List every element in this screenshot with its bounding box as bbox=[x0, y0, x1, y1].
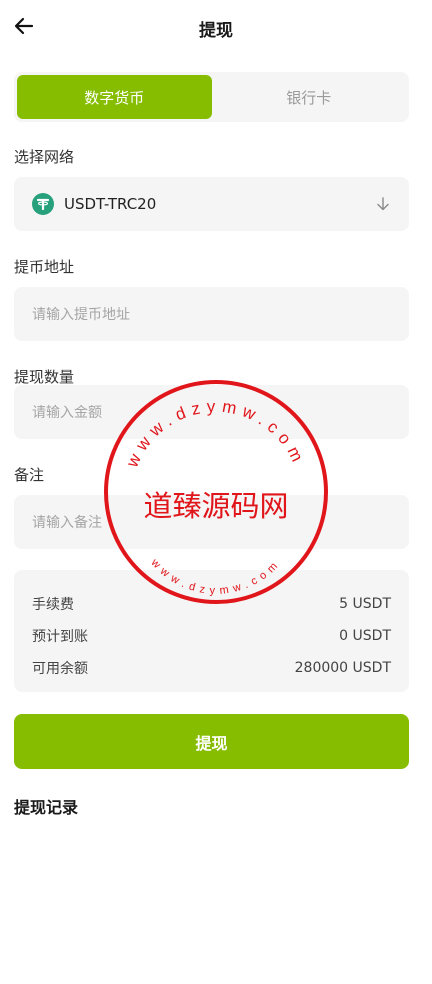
available-balance-value: 280000 USDT bbox=[294, 660, 391, 676]
withdraw-type-tabs: 数字货币 银行卡 bbox=[14, 72, 409, 122]
address-label: 提币地址 bbox=[14, 258, 75, 276]
tether-icon bbox=[32, 193, 54, 215]
tab-digital-currency[interactable]: 数字货币 bbox=[17, 75, 212, 119]
amount-label: 提现数量 bbox=[14, 368, 75, 386]
fee-row: 手续费 5 USDT bbox=[32, 588, 391, 620]
remark-input[interactable]: 请输入备注 bbox=[14, 495, 409, 549]
page-title: 提现 bbox=[199, 21, 233, 41]
available-balance-row: 可用余额 280000 USDT bbox=[32, 652, 391, 684]
expected-arrival-value: 0 USDT bbox=[339, 628, 391, 644]
network-label: 选择网络 bbox=[14, 148, 75, 166]
address-input[interactable]: 请输入提币地址 bbox=[14, 287, 409, 341]
fee-value: 5 USDT bbox=[339, 596, 391, 612]
withdraw-button[interactable]: 提现 bbox=[14, 714, 409, 769]
fee-label: 手续费 bbox=[32, 597, 74, 613]
fee-summary: 手续费 5 USDT 预计到账 0 USDT 可用余额 280000 USDT bbox=[14, 570, 409, 692]
header: 提现 bbox=[0, 0, 432, 56]
expected-arrival-label: 预计到账 bbox=[32, 629, 88, 645]
arrow-down-icon bbox=[375, 196, 391, 212]
available-balance-label: 可用余额 bbox=[32, 661, 88, 677]
network-select[interactable]: USDT-TRC20 bbox=[14, 177, 409, 231]
withdraw-records-title: 提现记录 bbox=[14, 798, 79, 817]
expected-arrival-row: 预计到账 0 USDT bbox=[32, 620, 391, 652]
tab-bank-card[interactable]: 银行卡 bbox=[212, 75, 407, 119]
network-value: USDT-TRC20 bbox=[64, 195, 157, 213]
amount-input[interactable]: 请输入金额 bbox=[14, 385, 409, 439]
remark-label: 备注 bbox=[14, 466, 45, 484]
